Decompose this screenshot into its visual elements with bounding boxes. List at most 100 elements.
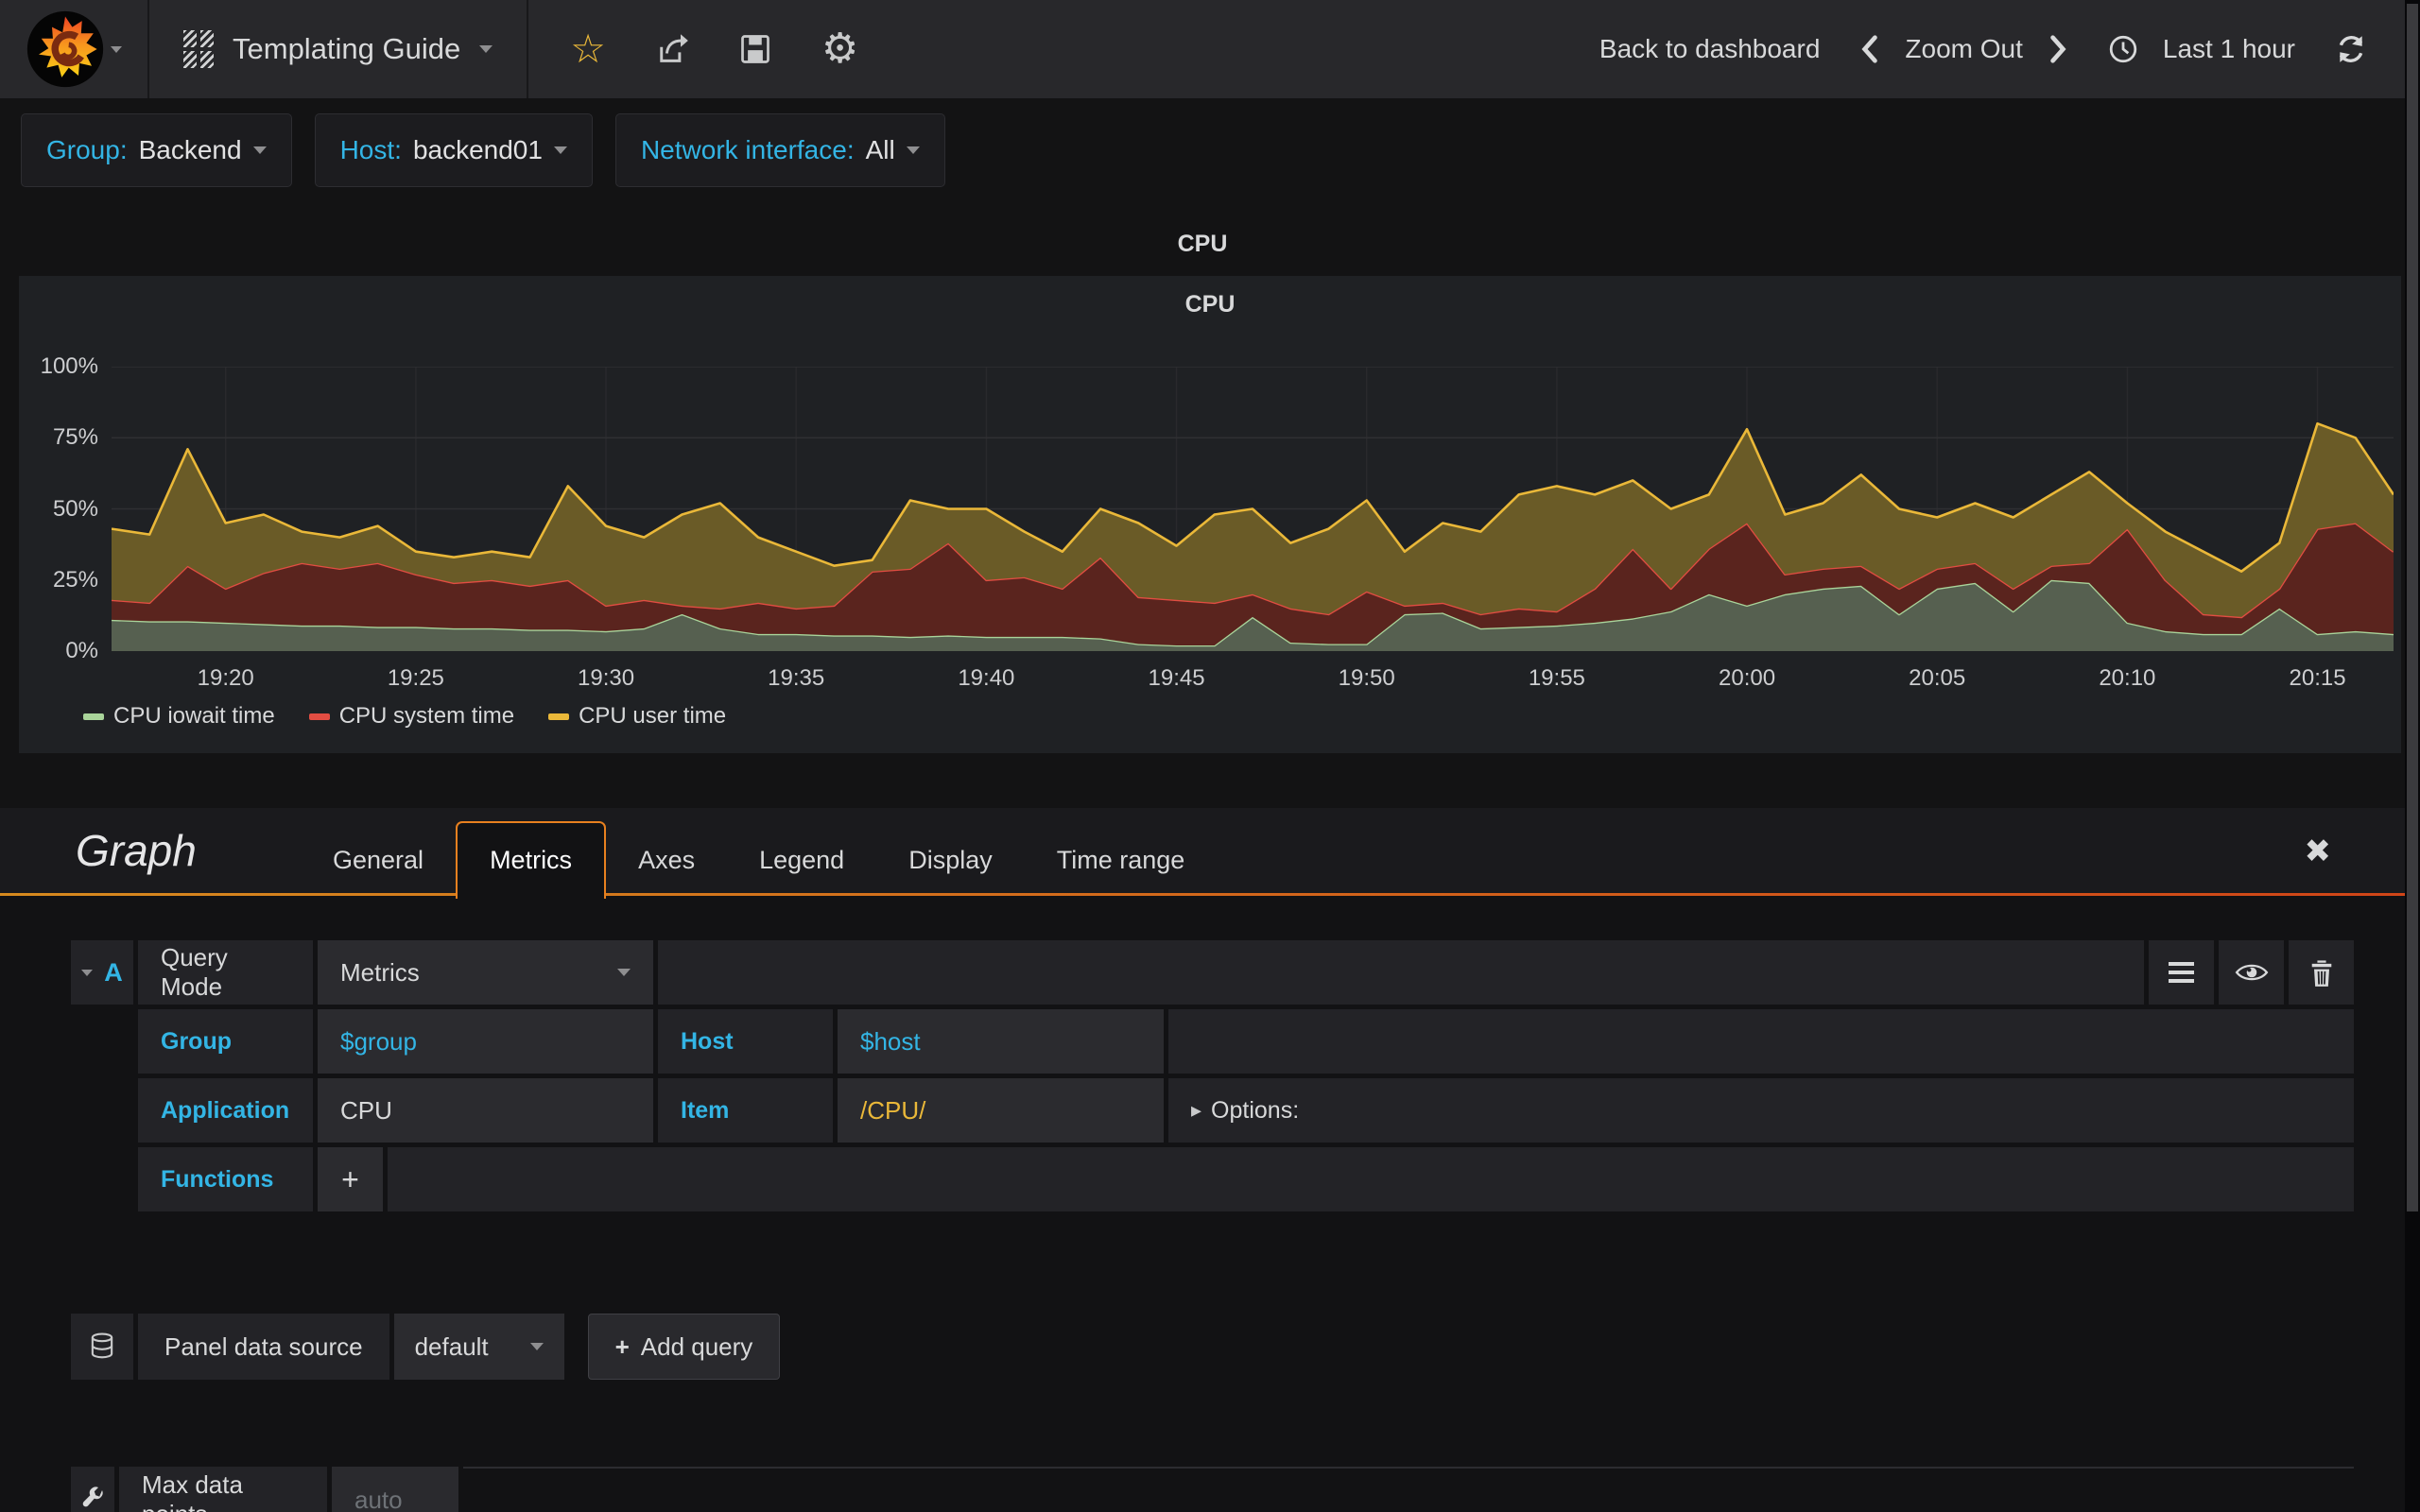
chevron-down-icon xyxy=(81,969,94,976)
variable-host-dropdown[interactable]: Host: backend01 xyxy=(314,113,593,187)
x-axis-label: 19:20 xyxy=(197,665,254,691)
tab-axes[interactable]: Axes xyxy=(606,823,727,896)
dashboard-grid-icon xyxy=(183,30,214,68)
variable-label: Network interface: xyxy=(640,135,855,164)
refresh-icon[interactable] xyxy=(2335,33,2367,65)
variable-network-interface-dropdown[interactable]: Network interface: All xyxy=(614,113,945,187)
x-axis-label: 20:10 xyxy=(2099,665,2156,691)
dashboard-actions: ☆ ⚙ xyxy=(528,0,900,98)
item-input[interactable]: /CPU/ xyxy=(838,1078,1164,1143)
query-row-group-host: Group $group Host $host xyxy=(138,1009,2354,1074)
query-row-application-item: Application CPU Item /CPU/ ▸ Options: xyxy=(138,1078,2354,1143)
template-variables-row: Group: Backend Host: backend01 Network i… xyxy=(21,113,945,187)
close-icon[interactable]: ✖ xyxy=(2305,833,2332,870)
legend-item-iowait[interactable]: CPU iowait time xyxy=(83,703,275,730)
add-query-button[interactable]: + Add query xyxy=(587,1314,781,1380)
query-delete-button[interactable] xyxy=(2289,940,2354,1005)
datasource-select[interactable]: default xyxy=(393,1314,564,1380)
query-mode-select[interactable]: Metrics xyxy=(318,940,653,1005)
y-axis-label: 75% xyxy=(52,424,98,451)
database-icon xyxy=(91,1332,113,1359)
dashboard-row-title: CPU xyxy=(1177,231,1228,257)
x-axis-label: 20:05 xyxy=(1909,665,1966,691)
variable-value: Backend xyxy=(138,135,242,164)
chevron-down-icon xyxy=(479,45,493,53)
zoom-out-button[interactable]: Zoom Out xyxy=(1905,34,2022,64)
navbar-right: Back to dashboard Zoom Out Last 1 hour xyxy=(1599,0,2420,98)
variable-label: Host: xyxy=(339,135,402,164)
share-icon[interactable] xyxy=(655,32,689,66)
query-mode-label: Query Mode xyxy=(138,940,313,1005)
graph-panel: CPU 0% 25% 50% 75% 100% 19:20 19:25 19:30 19:35… xyxy=(19,276,2401,753)
x-axis-label: 20:00 xyxy=(1719,665,1776,691)
functions-label: Functions xyxy=(138,1147,313,1211)
variable-value: All xyxy=(865,135,895,164)
legend-item-system[interactable]: CPU system time xyxy=(308,703,514,730)
query-toggle-visibility-button[interactable] xyxy=(2219,940,2284,1005)
options-section[interactable]: ▸ Options: xyxy=(1168,1078,2354,1143)
query-row-filler xyxy=(1168,1009,2354,1074)
add-function-button[interactable]: + xyxy=(318,1147,383,1211)
variable-label: Group: xyxy=(46,135,128,164)
dashboard-picker[interactable]: Templating Guide xyxy=(149,0,529,98)
scrollbar-thumb[interactable] xyxy=(2407,4,2418,1211)
add-query-label: Add query xyxy=(640,1332,753,1361)
datasource-icon-cell xyxy=(71,1314,133,1380)
window-scrollbar[interactable] xyxy=(2405,0,2420,1512)
graph-plot-area[interactable] xyxy=(112,367,2394,651)
grafana-logo-icon xyxy=(26,10,104,88)
gear-icon[interactable]: ⚙ xyxy=(821,28,858,70)
chevron-down-icon xyxy=(111,45,122,53)
query-row-filler xyxy=(658,940,2144,1005)
host-label: Host xyxy=(658,1009,833,1074)
application-input[interactable]: CPU xyxy=(318,1078,653,1143)
back-to-dashboard-link[interactable]: Back to dashboard xyxy=(1599,34,1821,64)
panel-title[interactable]: CPU xyxy=(19,291,2401,318)
chevron-right-icon[interactable] xyxy=(2048,35,2068,63)
chevron-left-icon[interactable] xyxy=(1859,35,1880,63)
host-input[interactable]: $host xyxy=(838,1009,1164,1074)
row-divider xyxy=(463,1467,2354,1512)
item-value: /CPU/ xyxy=(860,1095,926,1125)
query-row-filler xyxy=(388,1147,2354,1211)
legend-swatch-icon xyxy=(548,713,570,720)
panel-type-title: Graph xyxy=(76,826,197,875)
max-data-points-input[interactable]: auto xyxy=(332,1467,458,1512)
grafana-menu-button[interactable] xyxy=(0,0,149,98)
star-icon[interactable]: ☆ xyxy=(570,29,606,69)
panel-editor-header: Graph General Metrics Axes Legend Displa… xyxy=(0,808,2405,899)
top-navbar: Templating Guide ☆ ⚙ Back to dashboard Z… xyxy=(0,0,2420,98)
legend-swatch-icon xyxy=(308,713,330,720)
tab-time-range[interactable]: Time range xyxy=(1025,823,1218,896)
legend-item-user[interactable]: CPU user time xyxy=(548,703,726,730)
x-axis-labels: 19:20 19:25 19:30 19:35 19:40 19:45 19:50 19:55… xyxy=(112,665,2394,694)
plus-icon: + xyxy=(341,1161,359,1196)
chevron-down-icon xyxy=(553,146,567,154)
max-data-points-placeholder: auto xyxy=(354,1485,403,1512)
tab-general[interactable]: General xyxy=(301,823,456,896)
x-axis-label: 19:25 xyxy=(387,665,444,691)
save-icon[interactable] xyxy=(738,32,772,66)
panel-editor-body: A Query Mode Metrics Group $group Host $… xyxy=(0,896,2405,1512)
legend-label: CPU user time xyxy=(579,703,727,729)
group-input[interactable]: $group xyxy=(318,1009,653,1074)
x-axis-label: 19:50 xyxy=(1338,665,1395,691)
variable-group-dropdown[interactable]: Group: Backend xyxy=(21,113,292,187)
plus-icon: + xyxy=(614,1332,630,1361)
x-axis-label: 19:40 xyxy=(958,665,1015,691)
time-picker[interactable]: Last 1 hour xyxy=(2108,34,2295,64)
query-collapse-toggle[interactable]: A xyxy=(71,940,133,1005)
y-axis-labels: 0% 25% 50% 75% 100% xyxy=(19,353,98,663)
max-data-points-row: Max data points auto xyxy=(71,1467,2354,1512)
query-menu-button[interactable] xyxy=(2149,940,2214,1005)
tab-metrics[interactable]: Metrics xyxy=(456,821,607,899)
tab-legend[interactable]: Legend xyxy=(727,823,876,896)
time-shift-controls: Zoom Out xyxy=(1859,34,2067,64)
tab-display[interactable]: Display xyxy=(876,823,1025,896)
trash-icon xyxy=(2311,960,2331,987)
x-axis-label: 19:55 xyxy=(1528,665,1585,691)
query-row-functions: Functions + xyxy=(138,1147,2354,1211)
x-axis-label: 19:35 xyxy=(768,665,825,691)
y-axis-label: 25% xyxy=(52,566,98,593)
query-row-header: A Query Mode Metrics xyxy=(71,940,2354,1005)
